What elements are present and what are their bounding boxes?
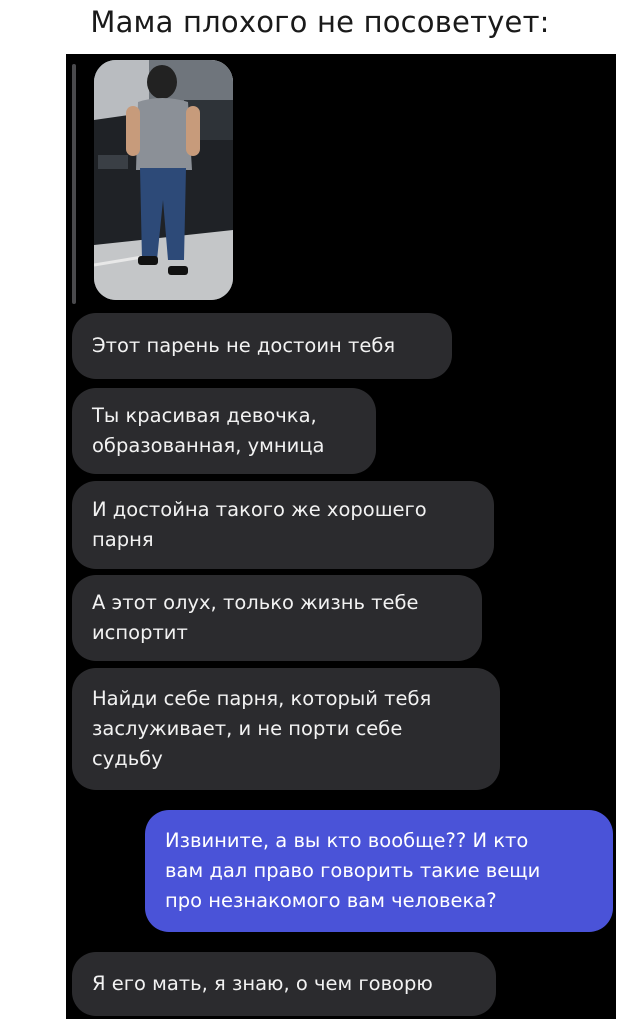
chat-message-bubble[interactable]: Этот парень не достоин тебя — [72, 313, 452, 379]
chat-message-bubble-outgoing[interactable]: Извините, а вы кто вообще?? И кто вам да… — [145, 810, 613, 932]
photo-attachment[interactable] — [94, 60, 233, 300]
chat-message-bubble[interactable]: Найди себе парня, который тебя заслужива… — [72, 668, 500, 790]
chat-conversation: Этот парень не достоин тебя Ты красивая … — [66, 54, 616, 1019]
chat-message-bubble[interactable]: А этот олух, только жизнь тебе испортит — [72, 575, 482, 661]
man-by-car-photo-icon — [94, 60, 233, 300]
chat-message-bubble[interactable]: Я его мать, я знаю, о чем говорю — [72, 952, 496, 1016]
chat-message-bubble[interactable]: И достойна такого же хорошего парня — [72, 481, 494, 569]
meme-caption: Мама плохого не посоветует: — [90, 5, 550, 39]
reply-quote-bar — [72, 64, 76, 304]
chat-message-bubble[interactable]: Ты красивая девочка, образованная, умниц… — [72, 388, 376, 474]
